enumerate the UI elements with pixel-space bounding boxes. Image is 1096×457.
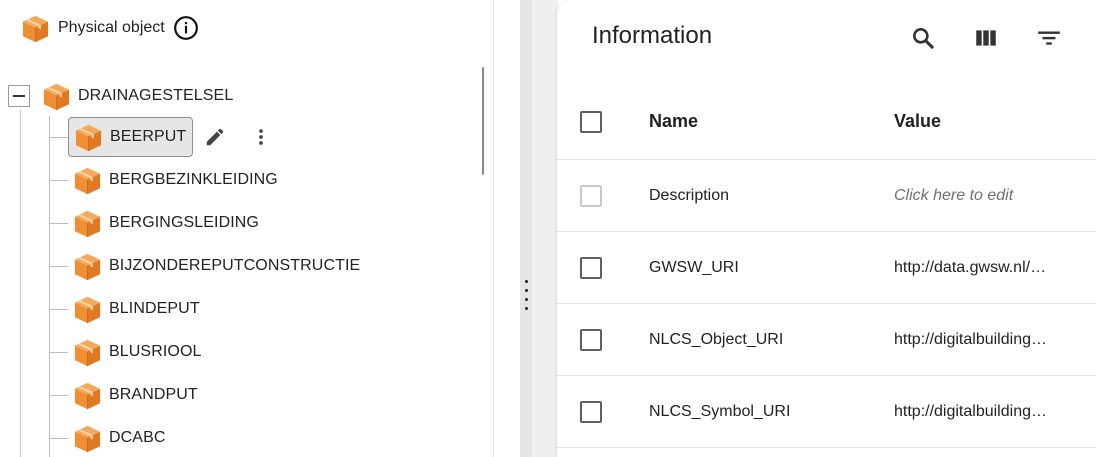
row-checkbox [580,184,602,207]
tree-connector-branch [50,308,68,310]
tree-root-node[interactable]: DRAINAGESTELSEL [8,78,233,114]
tree-node-chip[interactable]: DCABC [68,418,172,457]
select-all-checkbox[interactable] [580,110,602,133]
property-value[interactable]: http://digitalbuilding… [894,331,1064,349]
tree-node-label: DCABC [109,429,166,446]
tree-node[interactable]: BLUSRIOOL [50,333,208,371]
tree-node-actions [203,125,295,149]
tree-node[interactable]: BERGBEZINKLEIDING [50,161,284,199]
tree-node[interactable]: DCABC [50,419,172,457]
tree-node-label: BLINDEPUT [109,300,200,317]
tree-connector-branch [50,265,68,267]
filter-icon[interactable] [1033,22,1065,54]
row-checkbox[interactable] [580,328,602,351]
cube-icon [72,251,103,282]
app-window: Physical object DRAINAGESTELSEL BEERPUT B… [0,0,1096,457]
row-checkbox[interactable] [580,400,602,423]
panel-gutter [532,0,558,457]
property-value[interactable]: http://digitalbuilding… [894,403,1064,421]
pencil-icon[interactable] [203,125,227,149]
tree-node-chip[interactable]: BERGBEZINKLEIDING [68,160,284,200]
tree-node-label: BLUSRIOOL [109,343,202,360]
column-header-value[interactable]: Value [894,111,1064,132]
tree-header-title: Physical object [58,19,165,36]
table-header-row: Name Value [557,84,1096,160]
tree-node[interactable]: BEERPUT [50,117,295,157]
tree-connector-branch [50,351,68,353]
information-title: Information [592,22,713,49]
cube-icon [73,122,104,153]
information-panel: Information Name Value Description Click … [557,0,1096,457]
tree-scrollbar[interactable] [482,67,484,175]
columns-icon[interactable] [970,22,1002,54]
table-row[interactable]: Description Click here to edit [557,160,1096,232]
drag-handle-icon[interactable] [524,280,528,310]
tree-connector-root [20,110,21,457]
property-name: GWSW_URI [649,258,739,276]
tree-node-chip[interactable]: BIJZONDEREPUTCONSTRUCTIE [68,246,366,286]
property-value[interactable]: Click here to edit [894,187,1064,205]
column-header-name[interactable]: Name [649,111,698,132]
search-icon[interactable] [907,22,939,54]
tree-node[interactable]: BRANDPUT [50,376,204,414]
information-toolbar [907,22,1096,54]
tree-node-chip[interactable]: BEERPUT [68,117,194,157]
cube-icon [72,380,103,411]
property-name: NLCS_Object_URI [649,330,784,348]
tree-node-label: BERGINGSLEIDING [109,214,259,231]
info-icon[interactable] [173,15,199,41]
tree-node-label: BRANDPUT [109,386,198,403]
panel-divider [493,0,494,457]
property-name: Description [649,186,730,204]
cube-icon [72,423,103,454]
tree-header: Physical object [20,12,199,44]
tree-node-chip[interactable]: BERGINGSLEIDING [68,203,265,243]
tree-root-label: DRAINAGESTELSEL [78,87,234,104]
tree-connector-branch [50,179,68,181]
tree-node[interactable]: BIJZONDEREPUTCONSTRUCTIE [50,247,366,285]
table-row[interactable]: NLCS_Object_URI http://digitalbuilding… [557,304,1096,376]
tree-connector-branch [50,394,68,396]
tree-node-chip[interactable]: BRANDPUT [68,375,204,415]
object-tree-panel: Physical object DRAINAGESTELSEL BEERPUT B… [0,0,493,457]
tree-node-label: BEERPUT [110,128,187,145]
tree-node[interactable]: BERGINGSLEIDING [50,204,265,242]
cube-icon [20,13,51,44]
cube-icon [41,81,72,112]
cube-icon [72,208,103,239]
tree-connector-branch [50,222,68,224]
tree-node-label: BIJZONDEREPUTCONSTRUCTIE [109,257,361,274]
tree-connector-branch [50,437,68,439]
collapse-toggle[interactable] [8,85,30,107]
more-vert-icon[interactable] [249,125,273,149]
panel-splitter[interactable] [520,0,532,457]
row-checkbox[interactable] [580,256,602,279]
properties-table: Name Value Description Click here to edit… [557,84,1096,448]
cube-icon [72,337,103,368]
cube-icon [72,294,103,325]
table-row[interactable]: GWSW_URI http://data.gwsw.nl/… [557,232,1096,304]
property-name: NLCS_Symbol_URI [649,402,791,420]
tree-node[interactable]: BLINDEPUT [50,290,206,328]
property-value[interactable]: http://data.gwsw.nl/… [894,259,1064,277]
tree-node-label: BERGBEZINKLEIDING [109,171,278,188]
tree-node-chip[interactable]: BLINDEPUT [68,289,206,329]
cube-icon [72,165,103,196]
tree-node-chip[interactable]: BLUSRIOOL [68,332,208,372]
table-row[interactable]: NLCS_Symbol_URI http://digitalbuilding… [557,376,1096,448]
tree-connector-branch [50,136,68,138]
